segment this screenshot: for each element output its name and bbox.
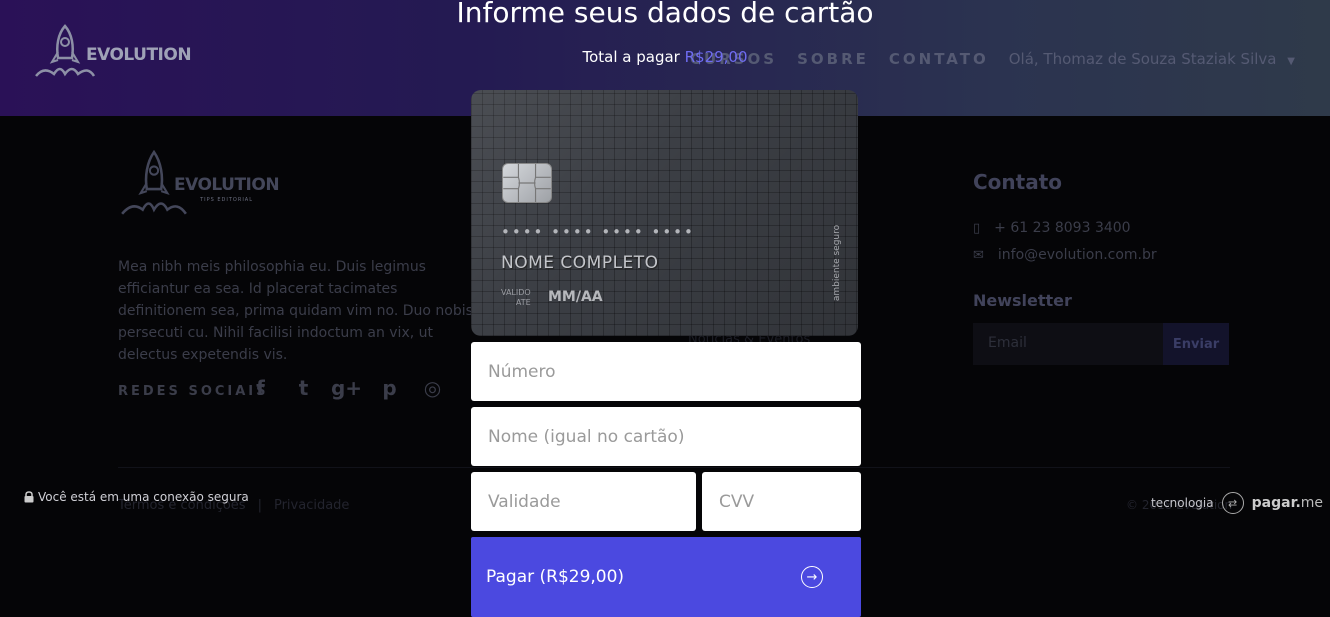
instagram-icon[interactable]: ◎	[422, 376, 443, 400]
footer-divider	[118, 467, 1230, 468]
lock-icon	[24, 491, 34, 503]
total-label: Total a pagar	[582, 48, 680, 66]
contact-title: Contato	[973, 170, 1063, 194]
arrow-right-circle-icon: →	[801, 566, 823, 588]
card-cvv-input[interactable]	[702, 472, 861, 531]
social-icons: f t g+ p ◎	[250, 376, 443, 400]
secure-note-text: Você está em uma conexão segura	[38, 490, 249, 504]
contact-email: ✉ info@evolution.com.br	[973, 247, 1157, 263]
card-number-mask: •••• •••• •••• ••••	[501, 223, 695, 241]
valid-label-2: ATE	[515, 298, 531, 307]
mail-icon: ✉	[973, 247, 984, 263]
card-name-preview: NOME COMPLETO	[501, 253, 659, 273]
newsletter-email-input[interactable]: Email	[973, 323, 1163, 365]
newsletter-submit-button[interactable]: Enviar	[1163, 323, 1229, 365]
footer-logo-text: EVOLUTION	[174, 175, 280, 195]
pagarme-logo-icon: ⇄	[1221, 492, 1244, 514]
twitter-icon[interactable]: t	[293, 376, 314, 400]
pagarme-badge: tecnologia ⇄ pagar.me	[1151, 492, 1323, 514]
pay-button-label: Pagar (R$29,00)	[486, 567, 625, 587]
email-text[interactable]: info@evolution.com.br	[998, 247, 1157, 263]
checkout-title: Informe seus dados de cartão	[456, 0, 874, 29]
tech-label: tecnologia	[1151, 496, 1214, 510]
facebook-icon[interactable]: f	[250, 376, 271, 400]
phone-icon: ▯	[973, 220, 981, 236]
contact-phone: ▯ + 61 23 8093 3400	[973, 220, 1131, 236]
card-expiry-preview: MM/AA	[548, 289, 603, 305]
card-name-input[interactable]	[471, 407, 861, 466]
total-amount: R$29,00	[684, 48, 748, 66]
chip-icon	[502, 163, 552, 203]
secure-environment-label: ambiente seguro	[832, 224, 842, 302]
about-text: Mea nibh meis philosophia eu. Duis legim…	[118, 259, 473, 363]
pinterest-icon[interactable]: p	[379, 376, 400, 400]
secure-connection-note: Você está em uma conexão segura	[24, 490, 249, 504]
card-expiry-input[interactable]	[471, 472, 696, 531]
pagarme-brand-bold: pagar.	[1251, 495, 1301, 511]
valid-thru-label: VALIDO ATE	[501, 288, 531, 308]
valid-label-1: VALIDO	[501, 288, 531, 297]
social-label: REDES SOCIAIS	[118, 384, 269, 399]
pagarme-brand-rest: me	[1300, 495, 1324, 511]
googleplus-icon[interactable]: g+	[331, 376, 362, 400]
pay-button[interactable]: Pagar (R$29,00) →	[471, 537, 861, 617]
total-line: Total a pagar R$29,00	[0, 48, 1330, 66]
privacy-link[interactable]: Privacidade	[274, 498, 349, 513]
newsletter-title: Newsletter	[973, 291, 1072, 310]
footer-logo-sub: TIPS EDITORIAL	[200, 197, 253, 203]
footer-logo: EVOLUTION TIPS EDITORIAL	[118, 150, 280, 222]
phone-text: + 61 23 8093 3400	[994, 220, 1131, 236]
card-number-input[interactable]	[471, 342, 861, 401]
link-separator: |	[257, 498, 262, 513]
pagarme-brand: pagar.me	[1252, 495, 1323, 511]
card-preview: •••• •••• •••• •••• NOME COMPLETO VALIDO…	[471, 90, 858, 336]
